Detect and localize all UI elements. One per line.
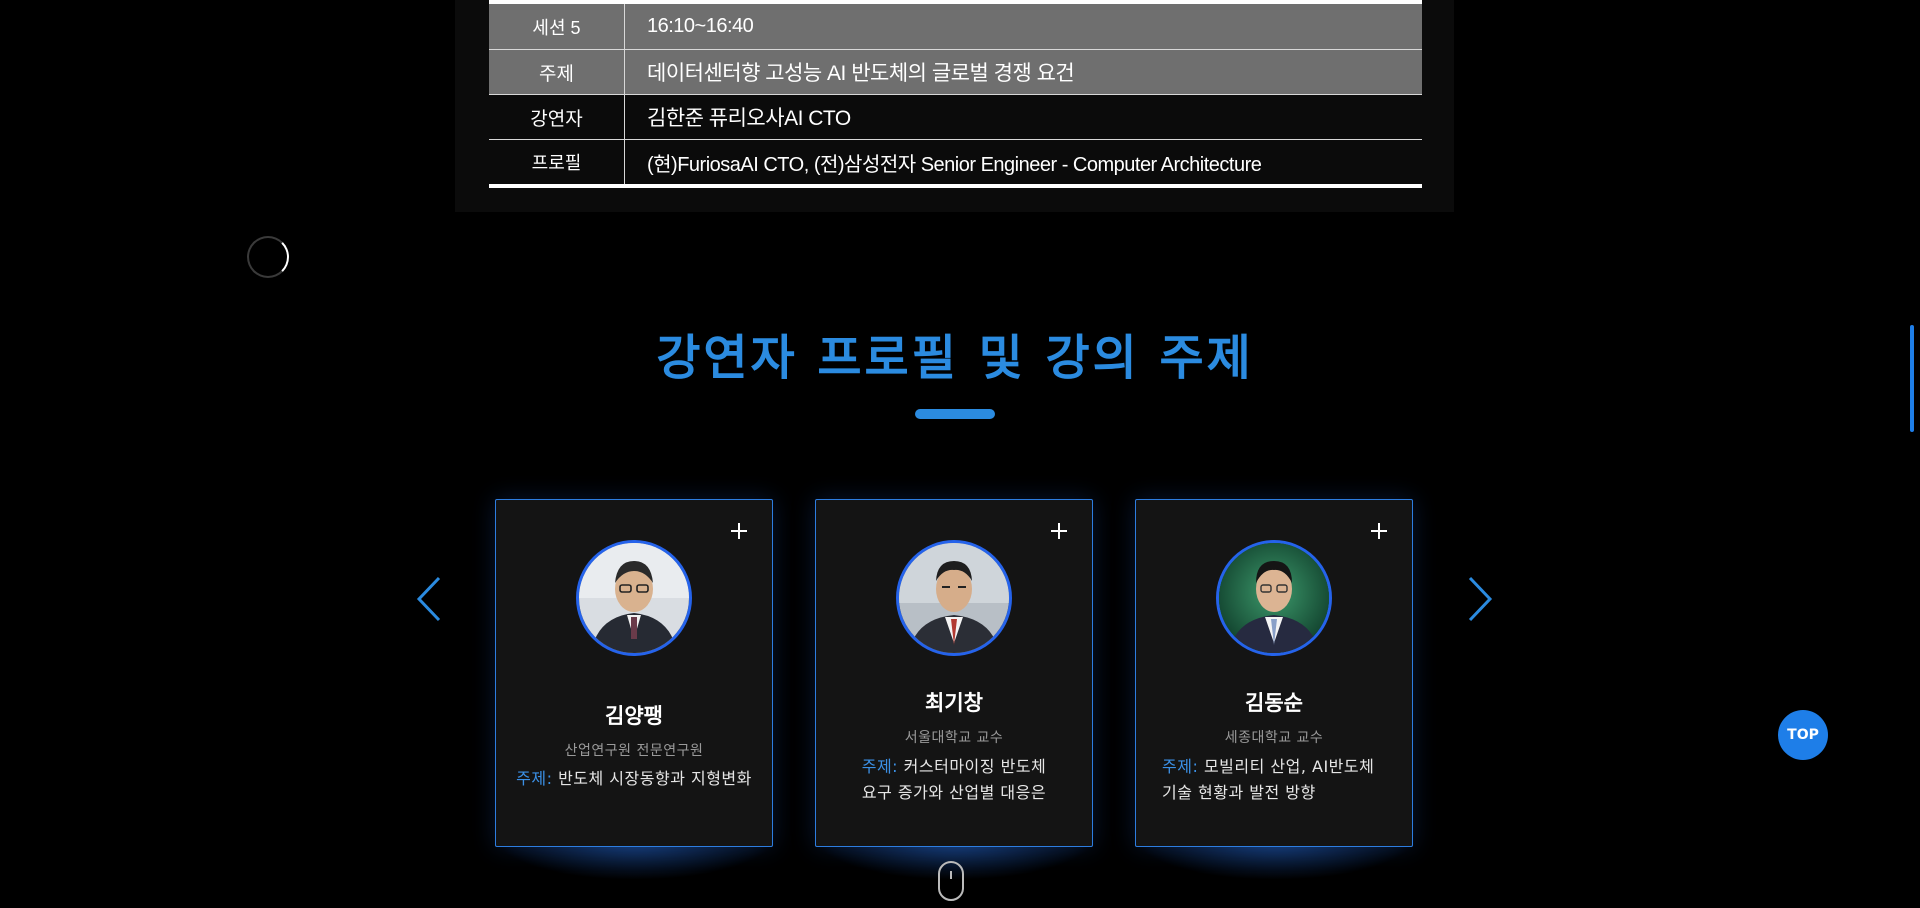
avatar <box>1216 540 1332 656</box>
session-label: 강연자 <box>489 95 625 139</box>
topic-key: 주제: <box>516 769 553 788</box>
speaker-name: 김동순 <box>1245 691 1303 715</box>
speaker-card[interactable]: 김양팽 산업연구원 전문연구원 주제: 반도체 시장동향과 지형변화 <box>495 499 773 847</box>
session-label: 주제 <box>489 50 625 94</box>
topic-text: 기술 현황과 발전 방향 <box>1162 783 1316 802</box>
plus-icon[interactable] <box>1048 520 1070 542</box>
speaker-name: 최기창 <box>925 691 983 715</box>
session-row-profile: 프로필 (현)FuriosaAI CTO, (전)삼성전자 Senior Eng… <box>489 140 1422 188</box>
speaker-topic: 주제: 반도체 시장동향과 지형변화 <box>506 766 762 792</box>
session-row-speaker: 강연자 김한준 퓨리오사AI CTO <box>489 95 1422 140</box>
chevron-right-icon <box>1468 576 1493 622</box>
topic-text: 반도체 시장동향과 지형변화 <box>558 769 752 788</box>
session-value: 16:10~16:40 <box>647 15 754 37</box>
section-title: 강연자 프로필 및 강의 주제 <box>656 330 1254 386</box>
carousel-next-button[interactable] <box>1462 573 1498 625</box>
session-value: 김한준 퓨리오사AI CTO <box>647 107 851 130</box>
topic-key: 주제: <box>861 757 899 776</box>
session-value: 데이터센터향 고성능 AI 반도체의 글로벌 경쟁 요건 <box>647 62 1075 85</box>
page: 세션 5 16:10~16:40 주제 데이터센터향 고성능 AI 반도체의 글… <box>0 0 1920 908</box>
speaker-card[interactable]: 최기창 서울대학교 교수 주제: 커스터마이징 반도체 요구 증가와 산업별 대… <box>815 499 1093 847</box>
topic-text: 요구 증가와 산업별 대응은 <box>861 783 1047 802</box>
session-row-time: 세션 5 16:10~16:40 <box>489 0 1422 50</box>
session-row-topic: 주제 데이터센터향 고성능 AI 반도체의 글로벌 경쟁 요건 <box>489 50 1422 95</box>
speaker-org: 산업연구원 전문연구원 <box>564 743 704 759</box>
speaker-org: 세종대학교 교수 <box>1224 730 1324 746</box>
avatar <box>896 540 1012 656</box>
title-underline <box>915 409 995 419</box>
session-table: 세션 5 16:10~16:40 주제 데이터센터향 고성능 AI 반도체의 글… <box>489 0 1422 188</box>
plus-icon[interactable] <box>728 520 750 542</box>
speaker-name: 김양팽 <box>605 704 663 728</box>
mouse-scroll-icon <box>938 861 964 901</box>
avatar <box>576 540 692 656</box>
topic-text: 커스터마이징 반도체 <box>903 757 1047 776</box>
scrollbar-thumb[interactable] <box>1910 325 1914 432</box>
session-value: (현)FuriosaAI CTO, (전)삼성전자 Senior Enginee… <box>647 153 1262 176</box>
topic-text: 모빌리티 산업, AI반도체 <box>1203 757 1375 776</box>
speaker-org: 서울대학교 교수 <box>904 730 1004 746</box>
speaker-topic: 주제: 커스터마이징 반도체 요구 증가와 산업별 대응은 <box>826 754 1082 806</box>
speaker-topic: 주제: 모빌리티 산업, AI반도체 기술 현황과 발전 방향 <box>1162 754 1402 806</box>
chevron-left-icon <box>416 576 441 622</box>
session-label: 세션 5 <box>489 4 625 49</box>
speaker-card[interactable]: 김동순 세종대학교 교수 주제: 모빌리티 산업, AI반도체 기술 현황과 발… <box>1135 499 1413 847</box>
session-label: 프로필 <box>489 140 625 184</box>
topic-key: 주제: <box>1162 757 1199 776</box>
plus-icon[interactable] <box>1368 520 1390 542</box>
spinner-icon <box>247 236 289 278</box>
top-button[interactable]: TOP <box>1778 710 1828 760</box>
carousel-prev-button[interactable] <box>411 573 447 625</box>
